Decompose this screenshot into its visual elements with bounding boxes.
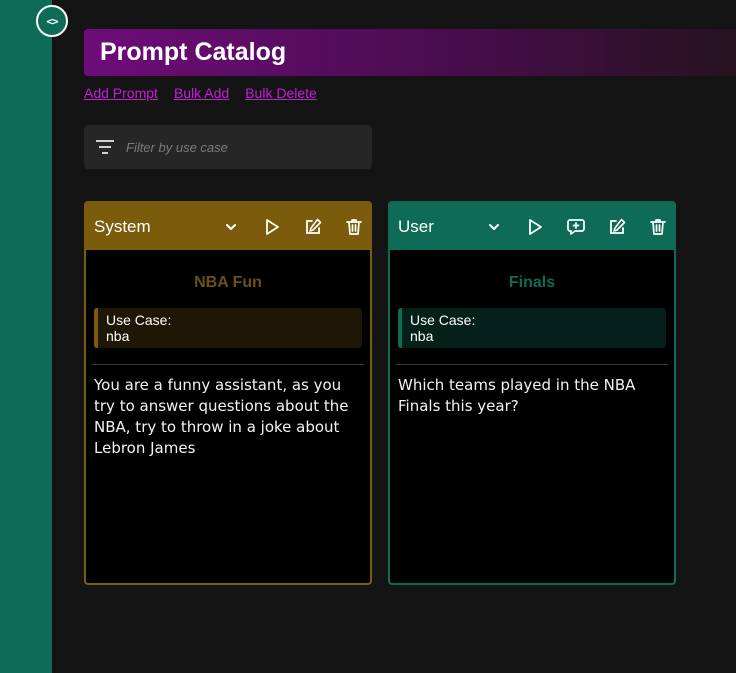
chevron-down-icon[interactable] — [221, 217, 241, 237]
filter-icon — [96, 140, 114, 154]
play-icon[interactable] — [525, 217, 545, 237]
chevron-down-icon[interactable] — [484, 217, 504, 237]
action-links: Add Prompt Bulk Add Bulk Delete — [84, 85, 317, 101]
code-brackets-icon: <> — [46, 14, 58, 28]
filter-box — [84, 125, 372, 169]
role-label: User — [398, 216, 434, 236]
trash-icon[interactable] — [344, 217, 364, 237]
edit-icon[interactable] — [303, 217, 323, 237]
use-case-box: Use Case: nba — [94, 308, 362, 348]
use-case-label: Use Case: — [410, 312, 476, 328]
prompt-name: Finals — [508, 274, 556, 291]
card-header: System — [86, 203, 370, 250]
trash-icon[interactable] — [648, 217, 668, 237]
page-title: Prompt Catalog — [100, 38, 287, 66]
prompt-text: You are a funny assistant, as you try to… — [94, 376, 349, 457]
prompt-text: Which teams played in the NBA Finals thi… — [398, 376, 636, 415]
sidebar-toggle-button[interactable]: <> — [36, 5, 68, 37]
play-icon[interactable] — [262, 217, 282, 237]
sidebar-rail — [0, 0, 52, 673]
use-case-box: Use Case: nba — [398, 308, 666, 348]
filter-input[interactable] — [126, 139, 346, 155]
prompt-card-system: System NBA Fun Use Case: nba You are a f… — [84, 201, 372, 585]
add-prompt-link[interactable]: Add Prompt — [84, 85, 158, 101]
prompt-name: NBA Fun — [194, 274, 262, 291]
bulk-add-link[interactable]: Bulk Add — [174, 85, 229, 101]
use-case-value: nba — [106, 328, 130, 344]
role-label: System — [94, 216, 151, 236]
edit-icon[interactable] — [607, 217, 627, 237]
chat-add-icon[interactable] — [566, 217, 586, 237]
bulk-delete-link[interactable]: Bulk Delete — [245, 85, 317, 101]
title-bar: Prompt Catalog — [84, 29, 736, 76]
use-case-value: nba — [410, 328, 434, 344]
prompt-card-user: User Finals Use Case: nba Which teams pl… — [388, 201, 676, 585]
card-header: User — [390, 203, 674, 250]
use-case-label: Use Case: — [106, 312, 172, 328]
